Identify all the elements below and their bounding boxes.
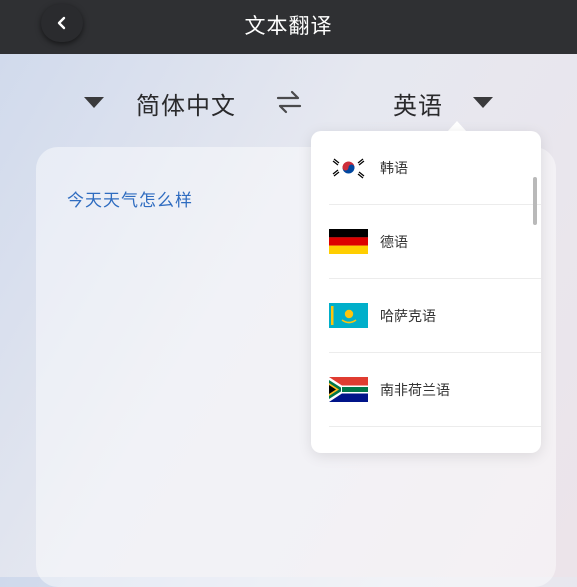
language-selector-row: 简体中文 英语: [0, 80, 577, 124]
page-title: 文本翻译: [244, 14, 333, 38]
language-option-afrikaans[interactable]: 南非荷兰语: [311, 353, 541, 427]
source-language-button[interactable]: 简体中文: [136, 86, 236, 121]
south-africa-flag-icon: [329, 377, 368, 402]
divider: [329, 426, 541, 427]
top-bar: 文本翻译: [0, 0, 577, 54]
language-option-label: 南非荷兰语: [380, 383, 450, 399]
language-option-label: 德语: [380, 235, 408, 251]
language-option-german[interactable]: 德语: [311, 205, 541, 279]
kazakhstan-flag-icon: [329, 303, 368, 328]
target-language-dropdown-icon[interactable]: [473, 97, 493, 108]
swap-arrows-icon[interactable]: [276, 90, 302, 114]
language-option-label: 哈萨克语: [380, 309, 436, 325]
language-option-korean[interactable]: 韩语: [311, 131, 541, 205]
dropdown-scrollbar[interactable]: [533, 177, 537, 225]
source-language-dropdown-icon[interactable]: [84, 97, 104, 108]
input-text[interactable]: 今天天气怎么样: [67, 186, 193, 211]
language-option-label: 韩语: [380, 161, 408, 177]
germany-flag-icon: [329, 229, 368, 254]
target-language-button[interactable]: 英语: [393, 86, 443, 121]
south-korea-flag-icon: [329, 155, 368, 180]
language-dropdown-menu: 韩语 德语 哈萨克语 南非荷兰语: [311, 131, 541, 453]
language-option-kazakh[interactable]: 哈萨克语: [311, 279, 541, 353]
